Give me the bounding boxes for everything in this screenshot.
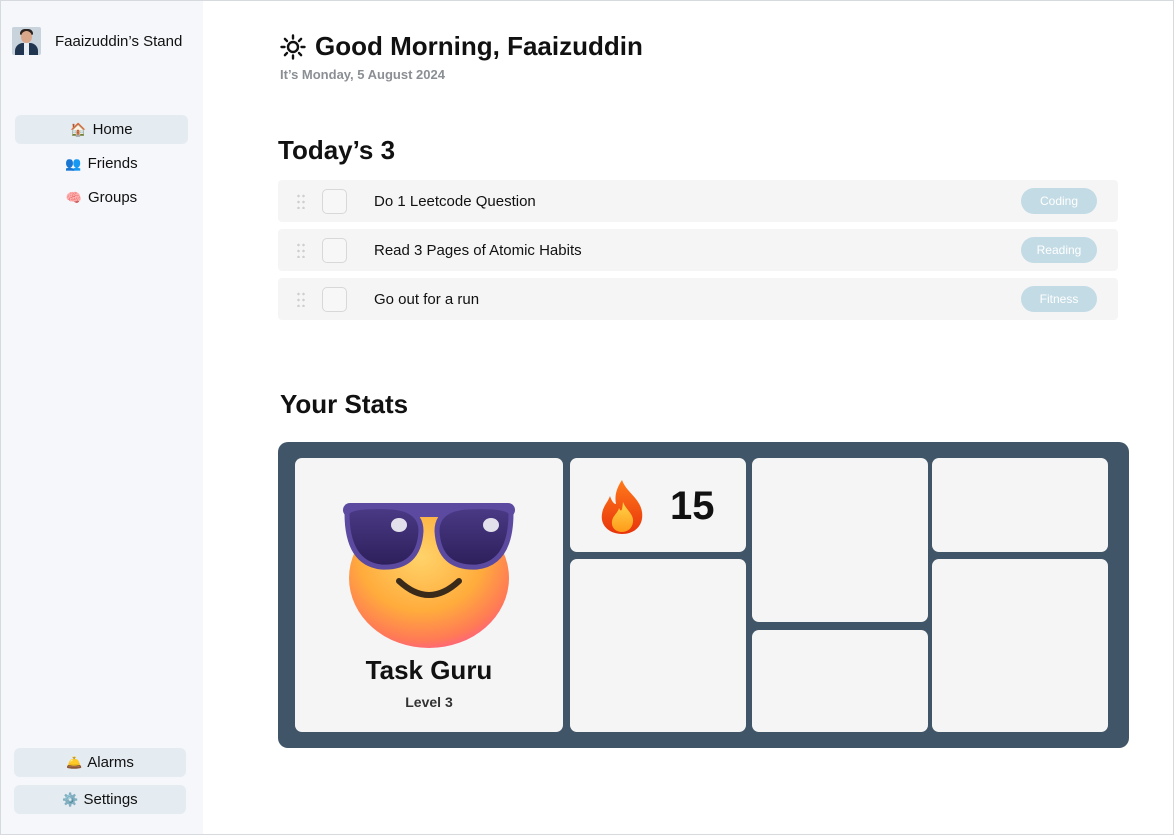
stat-card[interactable] [752, 630, 928, 732]
brain-icon: 🧠 [65, 189, 82, 205]
task-text: Go out for a run [374, 291, 480, 308]
task-checkbox[interactable] [322, 238, 347, 263]
settings-label: Settings [83, 791, 138, 808]
badge-card[interactable]: Task Guru Level 3 [295, 458, 563, 732]
task-text: Read 3 Pages of Atomic Habits [374, 242, 582, 259]
stat-card[interactable] [752, 458, 928, 622]
gear-icon: ⚙️ [62, 791, 79, 807]
bell-icon: 🛎️ [66, 754, 83, 770]
fire-icon [601, 480, 643, 534]
settings-button[interactable]: ⚙️ Settings [14, 785, 186, 814]
streak-count: 15 [670, 484, 715, 528]
todays-tasks-heading: Today’s 3 [278, 135, 396, 165]
page-title: Good Morning, Faaizuddin [280, 31, 643, 62]
task-checkbox[interactable] [322, 287, 347, 312]
sidebar: Faaizuddin’s Stand 🏠 Home 👥 Friends 🧠 Gr… [0, 0, 203, 835]
task-tag[interactable]: Fitness [1021, 286, 1097, 312]
people-icon: 👥 [65, 155, 82, 171]
stats-panel: Task Guru Level 3 15 [278, 442, 1129, 748]
sun-icon [280, 33, 306, 60]
stat-card[interactable] [932, 559, 1108, 732]
stats-heading: Your Stats [280, 389, 409, 419]
sidebar-item-label: Home [92, 121, 133, 138]
task-tag[interactable]: Coding [1021, 188, 1097, 214]
streak-card[interactable]: 15 [570, 458, 746, 552]
sidebar-item-friends[interactable]: 👥 Friends [15, 149, 188, 178]
task-text: Do 1 Leetcode Question [374, 193, 536, 210]
alarms-button[interactable]: 🛎️ Alarms [14, 748, 186, 777]
sidebar-item-label: Groups [87, 189, 138, 206]
task-row: Read 3 Pages of Atomic Habits Reading [278, 229, 1118, 271]
sidebar-item-home[interactable]: 🏠 Home [15, 115, 188, 144]
sidebar-nav: 🏠 Home 👥 Friends 🧠 Groups [15, 115, 188, 217]
drag-handle-icon[interactable] [296, 242, 306, 258]
greeting-text: Good Morning, Faaizuddin [315, 31, 643, 61]
task-list: Do 1 Leetcode Question Coding Read 3 Pag… [278, 180, 1118, 327]
avatar [12, 27, 41, 55]
house-icon: 🏠 [70, 121, 87, 137]
badge-title: Task Guru [365, 655, 493, 685]
task-checkbox[interactable] [322, 189, 347, 214]
stat-card[interactable] [570, 559, 746, 732]
date-subtitle: It’s Monday, 5 August 2024 [280, 67, 445, 82]
smiling-face-with-sunglasses-icon [343, 503, 515, 648]
drag-handle-icon[interactable] [296, 193, 306, 209]
profile[interactable]: Faaizuddin’s Stand [12, 27, 182, 55]
task-tag[interactable]: Reading [1021, 237, 1097, 263]
sidebar-item-groups[interactable]: 🧠 Groups [15, 183, 188, 212]
task-row: Do 1 Leetcode Question Coding [278, 180, 1118, 222]
sidebar-item-label: Friends [87, 155, 138, 172]
drag-handle-icon[interactable] [296, 291, 306, 307]
profile-name: Faaizuddin’s Stand [55, 32, 183, 50]
stat-card[interactable] [932, 458, 1108, 552]
badge-level: Level 3 [405, 694, 453, 710]
task-row: Go out for a run Fitness [278, 278, 1118, 320]
alarms-label: Alarms [87, 754, 134, 771]
